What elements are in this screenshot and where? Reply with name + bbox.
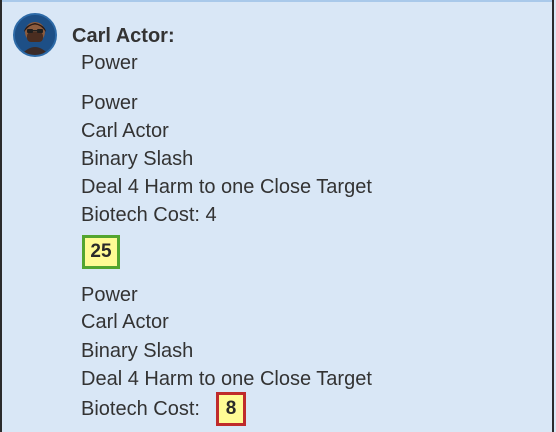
card-1-cost: Biotech Cost: 4 <box>81 204 217 226</box>
card-2-effect: Deal 4 Harm to one Close Target <box>81 368 372 390</box>
card-1-effect: Deal 4 Harm to one Close Target <box>81 176 372 198</box>
success-roll-badge[interactable]: 25 <box>82 235 120 269</box>
card-2-actor: Carl Actor <box>81 311 169 333</box>
message-top-divider <box>2 0 552 2</box>
failed-roll-badge[interactable]: 8 <box>216 392 246 426</box>
card-1-name: Binary Slash <box>81 148 194 170</box>
card-2-name: Binary Slash <box>81 340 194 362</box>
avatar-portrait-icon <box>15 15 55 55</box>
card-1-actor: Carl Actor <box>81 120 169 142</box>
speaker-name: Carl Actor: <box>72 25 175 47</box>
card-2-cost-label: Biotech Cost: <box>81 398 200 420</box>
chat-message: Carl Actor: Power Power Carl Actor Binar… <box>0 0 554 432</box>
avatar[interactable] <box>13 13 57 57</box>
card-1-type: Power <box>81 92 138 114</box>
message-subtitle: Power <box>81 52 138 74</box>
card-2-type: Power <box>81 284 138 306</box>
